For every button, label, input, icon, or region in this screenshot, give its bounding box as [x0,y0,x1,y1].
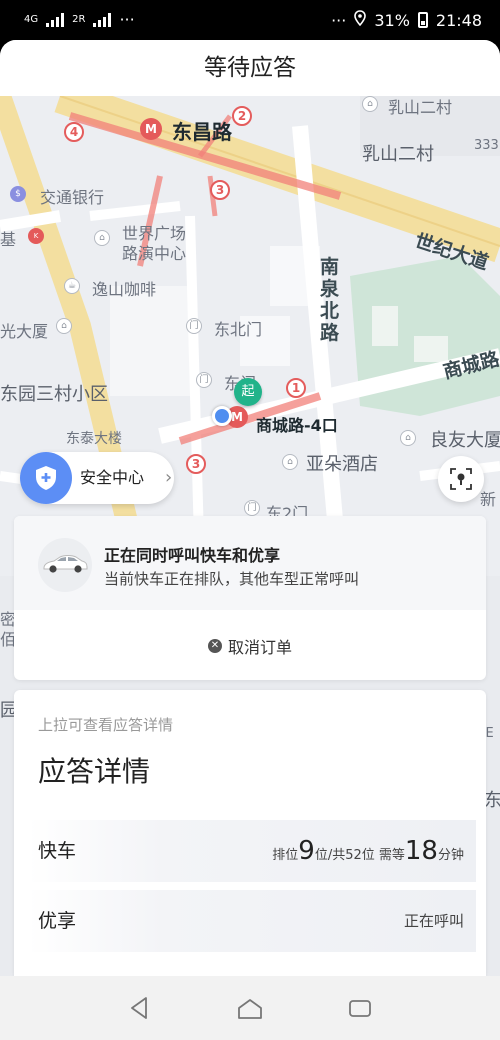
map-label-liangyou-building: 良友大厦 [430,430,500,451]
shield-icon [20,452,72,504]
calling-title: 正在同时呼叫快车和优享 [104,546,281,565]
locate-icon [450,468,472,490]
clock: 21:48 [435,10,482,30]
answer-details-panel[interactable]: 上拉可查看应答详情 应答详情 快车 排位9位/共52位 需等18分钟 优享 正在… [14,690,486,976]
map-label-dong-right: 东 [484,790,500,811]
calling-subtitle: 当前快车正在排队，其他车型正常呼叫 [104,570,360,588]
system-nav-bar [0,976,500,1040]
queue-prefix: 排位 [272,848,299,863]
map-label-dongyuan-3cun: 东园三村小区 [0,384,108,405]
cancel-order-label: 取消订单 [227,638,292,657]
calling-card: 正在同时呼叫快车和优享 当前快车正在排队，其他车型正常呼叫 ✕ 取消订单 [14,516,486,680]
wait-unit: 分钟 [437,848,464,863]
exit-marker-3b[interactable]: 3 [186,454,206,474]
battery-percent: 31% [374,10,410,30]
car-icon [38,538,92,592]
exit-marker-4[interactable]: 4 [64,122,84,142]
map-label-guang-building: 光大厦 [0,322,49,341]
exit-marker-3a[interactable]: 3 [210,180,230,200]
poi-cafe-icon: ☕ [64,278,80,294]
car-type-name-2: 优享 [38,910,77,932]
poi-gate-icon-3: 门 [244,500,260,516]
queue-position: 9 [298,836,315,866]
map-label-yaduo-hotel: 亚朵酒店 [306,454,378,475]
sim2-tag: 2R [72,13,86,25]
exit-marker-2[interactable]: 2 [232,106,252,126]
chevron-right-icon: › [165,467,173,488]
location-icon [354,10,367,30]
start-point-pin[interactable]: 起 [234,378,262,406]
map-label-shangcheng-4exit: 商城路-4口 [256,416,338,435]
current-location-dot [212,406,232,426]
battery-icon [417,12,428,28]
signal-icon-2 [93,12,112,27]
map-label-ji: 基 [0,230,17,249]
safety-center-label: 安全中心 [80,468,145,487]
network-type: 4G [24,13,39,25]
car-type-row-express[interactable]: 快车 排位9位/共52位 需等18分钟 [28,820,476,882]
map-label-jiaotong-bank: 交通银行 [40,188,105,207]
back-icon[interactable] [126,994,154,1022]
poi-hotel-icon: ⌂ [282,454,298,470]
status-bar: 4G 2R ··· ··· 31% 21:48 [0,0,500,40]
map-label-dongtai-building: 东泰大楼 [66,431,122,447]
poi-gate-icon: 门 [186,318,202,334]
poi-building-icon: ⌂ [94,230,110,246]
map-label-xin: 新 [480,490,497,509]
more-status: ··· [331,10,347,30]
more-notifications: ··· [119,10,135,29]
poi-gate-icon-2: 门 [196,372,212,388]
poi-bank-icon: $ [10,186,26,202]
poi-building-icon-3: ⌂ [400,430,416,446]
details-title: 应答详情 [38,755,151,788]
map-label-dongbei-gate: 东北门 [214,320,263,339]
locate-me-button[interactable] [438,456,484,502]
cancel-order-button[interactable]: ✕ 取消订单 [207,634,292,658]
car-type-row-premium[interactable]: 优享 正在呼叫 [28,890,476,952]
signal-icon [46,12,65,27]
home-icon[interactable] [236,994,264,1022]
exit-marker-1[interactable]: 1 [286,378,306,398]
poi-building-icon-2: ⌂ [56,318,72,334]
close-circle-icon: ✕ [207,639,222,653]
poi-kfc-icon: K [28,228,44,244]
car-type-name: 快车 [38,840,77,862]
page-title: 等待应答 [0,40,500,96]
map-label-yishan-cafe: 逸山咖啡 [92,280,157,299]
queue-status: 排位9位/共52位 需等18分钟 [272,820,464,887]
queue-mid: 位/共52位 需等 [314,848,405,863]
safety-center-button[interactable]: 安全中心 › [20,452,174,504]
calling-info: 正在同时呼叫快车和优享 当前快车正在排队，其他车型正常呼叫 [14,516,486,610]
map-label-dongchang-road: 东昌路 [172,120,232,144]
map-label-nanquan-north: 南泉北路 [320,256,340,344]
map-label-luyan-center: 路演中心 [122,244,187,263]
wait-minutes: 18 [404,836,438,866]
pull-up-hint: 上拉可查看应答详情 [38,716,174,734]
map-label-333: 333 [474,138,499,153]
metro-station-icon: M [140,118,162,140]
app-screen: 等待应答 M M 2 4 3 1 3 $ ⌂ ☕ 门 ⌂ 门 ⌂ ⌂ 门 ⌂ K… [0,40,500,976]
poi-building-icon-4: ⌂ [362,96,378,112]
map-label-rushan-top: 乳山二村 [388,98,453,117]
cancel-order-row: ✕ 取消订单 [14,610,486,680]
calling-status: 正在呼叫 [403,912,464,930]
map-label-rushan: 乳山二村 [362,144,434,165]
recents-icon[interactable] [346,994,374,1022]
